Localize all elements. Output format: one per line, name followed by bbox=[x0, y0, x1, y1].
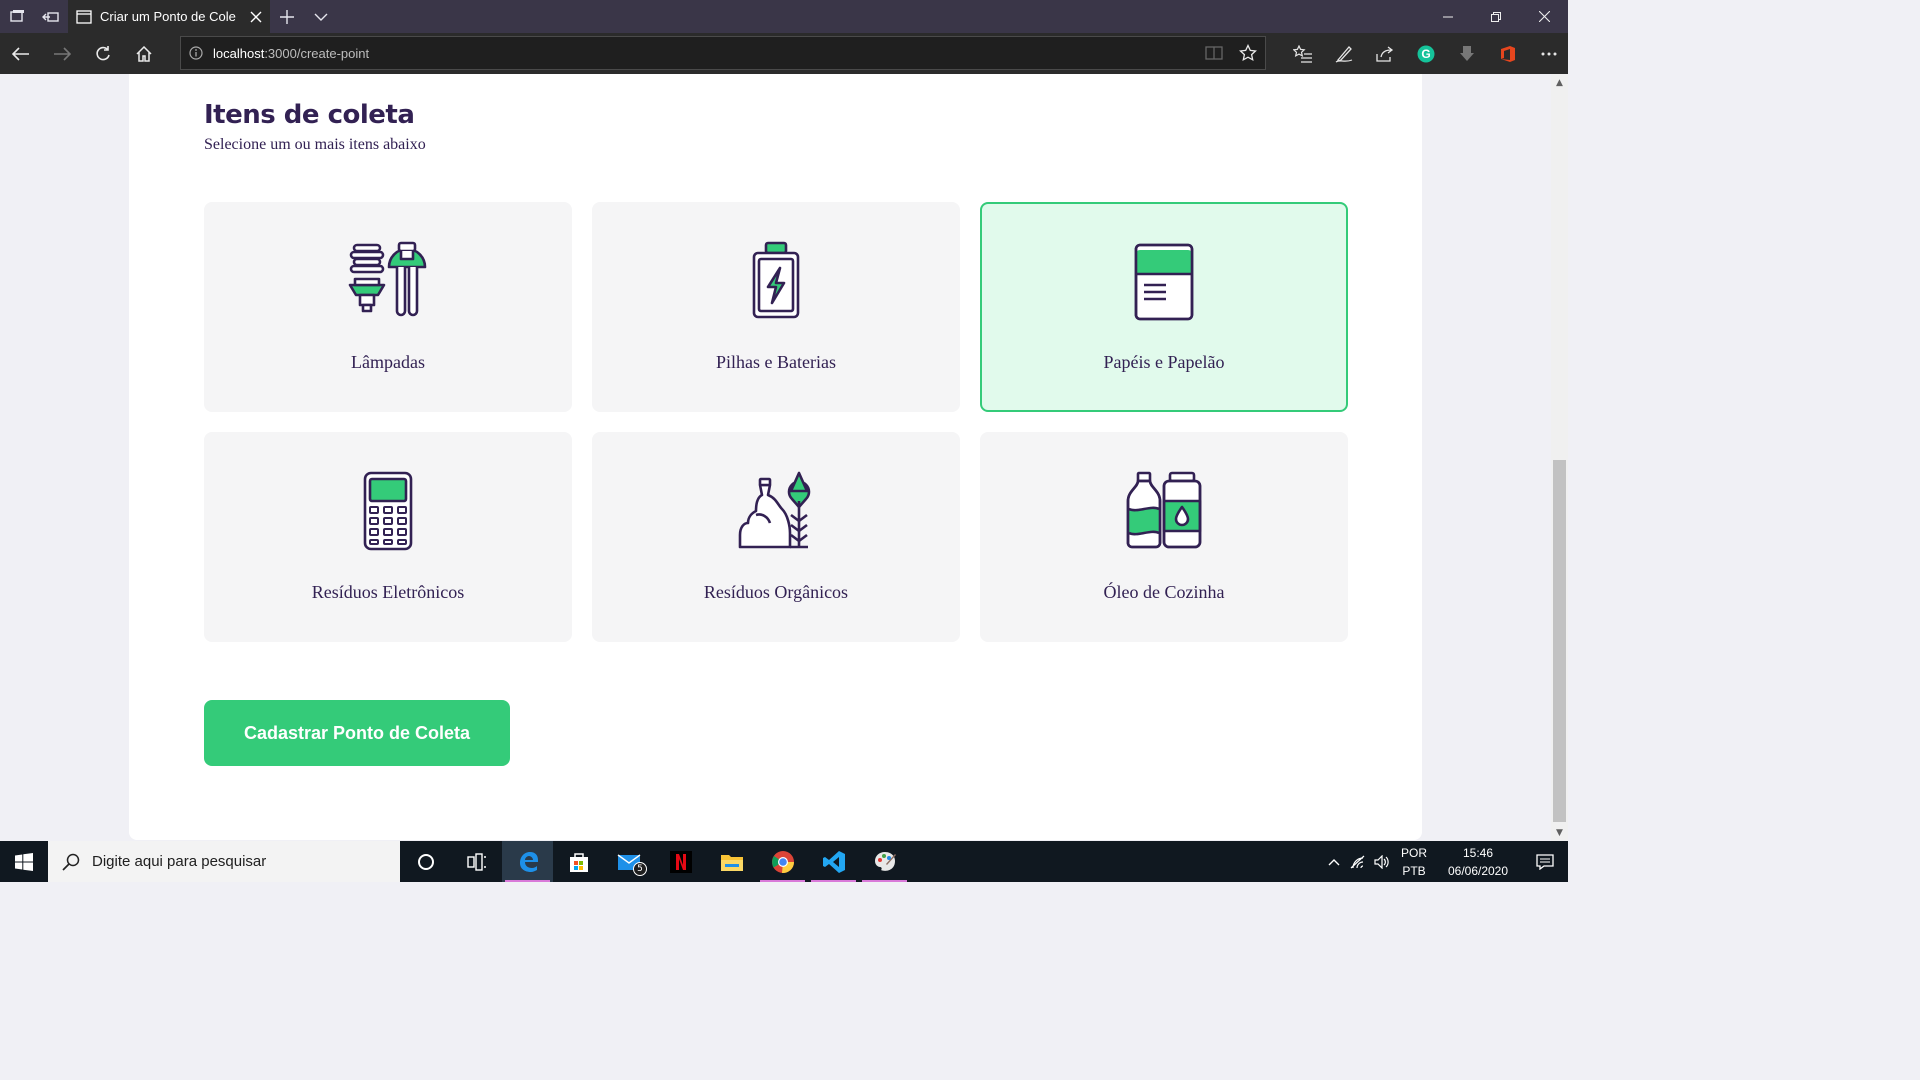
browser-titlebar: Criar um Ponto de Cole bbox=[0, 0, 1568, 33]
section-subtitle: Selecione um ou mais itens abaixo bbox=[204, 136, 426, 153]
tab-preview-chevron-icon[interactable] bbox=[304, 0, 338, 33]
item-papeis-papelao[interactable]: Papéis e Papelão bbox=[980, 202, 1348, 412]
close-window-icon[interactable] bbox=[1520, 0, 1568, 33]
browser-tools: G bbox=[1282, 33, 1569, 74]
url-path: :3000/create-point bbox=[264, 45, 370, 61]
item-oleo-cozinha[interactable]: Óleo de Cozinha bbox=[980, 432, 1348, 642]
clock-time: 15:46 bbox=[1462, 845, 1494, 860]
browser-toolbar: localhost:3000/create-point G bbox=[0, 33, 1568, 74]
windows-start-icon[interactable] bbox=[0, 841, 48, 882]
input-language[interactable]: POR PTB bbox=[1394, 844, 1434, 880]
minimize-icon[interactable] bbox=[1424, 0, 1472, 33]
mail-badge: 5 bbox=[633, 862, 647, 876]
home-icon[interactable] bbox=[123, 33, 164, 74]
scroll-down-icon[interactable]: ▼ bbox=[1551, 824, 1568, 841]
pen-icon[interactable] bbox=[1323, 33, 1364, 74]
more-menu-icon[interactable] bbox=[1528, 33, 1569, 74]
address-bar[interactable]: localhost:3000/create-point bbox=[180, 36, 1266, 70]
battery-icon bbox=[731, 236, 821, 326]
store-taskbar-icon[interactable] bbox=[553, 841, 604, 882]
submit-button[interactable]: Cadastrar Ponto de Coleta bbox=[204, 700, 510, 766]
edge-taskbar-icon[interactable] bbox=[502, 841, 553, 882]
paint-taskbar-icon[interactable] bbox=[859, 841, 910, 882]
new-tab-icon[interactable] bbox=[270, 0, 304, 33]
lang-bottom: PTB bbox=[1402, 863, 1426, 878]
electronics-icon bbox=[343, 466, 433, 556]
oil-icon bbox=[1119, 466, 1209, 556]
items-grid: Lâmpadas Pilhas e Baterias Papéis e Pape… bbox=[204, 202, 1348, 642]
favorite-star-icon[interactable] bbox=[1239, 44, 1257, 62]
office-icon[interactable] bbox=[1487, 33, 1528, 74]
item-label: Papéis e Papelão bbox=[1103, 352, 1225, 372]
refresh-icon[interactable] bbox=[82, 33, 123, 74]
item-residuos-organicos[interactable]: Resíduos Orgânicos bbox=[592, 432, 960, 642]
vscode-taskbar-icon[interactable] bbox=[808, 841, 859, 882]
volume-icon[interactable] bbox=[1370, 854, 1394, 869]
search-placeholder: Digite aqui para pesquisar bbox=[92, 853, 267, 870]
item-label: Lâmpadas bbox=[351, 352, 425, 372]
grammarly-icon[interactable]: G bbox=[1405, 33, 1446, 74]
tab-create-point[interactable]: Criar um Ponto de Cole bbox=[68, 0, 270, 33]
mail-taskbar-icon[interactable]: 5 bbox=[604, 841, 655, 882]
cortana-icon[interactable] bbox=[400, 841, 451, 882]
lamps-icon bbox=[343, 236, 433, 326]
url-host: localhost bbox=[213, 45, 265, 61]
task-view-icon[interactable] bbox=[451, 841, 502, 882]
item-label: Resíduos Orgânicos bbox=[703, 582, 849, 602]
taskbar-clock[interactable]: 15:46 06/06/2020 bbox=[1434, 844, 1522, 880]
system-tray: POR PTB 15:46 06/06/2020 bbox=[1322, 841, 1568, 882]
download-icon[interactable] bbox=[1446, 33, 1487, 74]
page-scrollbar[interactable]: ▲ ▼ bbox=[1551, 74, 1568, 841]
svg-text:G: G bbox=[1421, 47, 1430, 61]
share-icon[interactable] bbox=[1364, 33, 1405, 74]
file-explorer-taskbar-icon[interactable] bbox=[706, 841, 757, 882]
set-aside-tabs-icon[interactable] bbox=[34, 0, 68, 33]
item-lampadas[interactable]: Lâmpadas bbox=[204, 202, 572, 412]
page-viewport: Itens de coleta Selecione um ou mais ite… bbox=[0, 74, 1551, 841]
info-icon[interactable] bbox=[189, 46, 203, 60]
item-label: Resíduos Eletrônicos bbox=[311, 582, 465, 602]
favorites-list-icon[interactable] bbox=[1282, 33, 1323, 74]
lang-top: POR bbox=[1400, 845, 1427, 860]
taskbar-search[interactable]: Digite aqui para pesquisar bbox=[48, 841, 400, 882]
chrome-taskbar-icon[interactable] bbox=[757, 841, 808, 882]
forward-icon[interactable] bbox=[41, 33, 82, 74]
item-pilhas-baterias[interactable]: Pilhas e Baterias bbox=[592, 202, 960, 412]
item-label: Pilhas e Baterias bbox=[716, 352, 836, 372]
clock-date: 06/06/2020 bbox=[1447, 863, 1509, 878]
tab-actions-icon[interactable] bbox=[0, 0, 34, 33]
notifications-icon[interactable] bbox=[1522, 853, 1568, 870]
item-label: Óleo de Cozinha bbox=[1103, 582, 1225, 602]
show-hidden-icons-chevron-icon[interactable] bbox=[1322, 858, 1346, 866]
section-title: Itens de coleta bbox=[204, 100, 415, 130]
close-tab-icon[interactable] bbox=[250, 11, 262, 23]
page-icon bbox=[76, 9, 92, 24]
windows-taskbar: Digite aqui para pesquisar 5 POR PTB 15:… bbox=[0, 841, 1568, 882]
netflix-taskbar-icon[interactable] bbox=[655, 841, 706, 882]
item-residuos-eletronicos[interactable]: Resíduos Eletrônicos bbox=[204, 432, 572, 642]
back-icon[interactable] bbox=[0, 33, 41, 74]
organic-icon bbox=[731, 466, 821, 556]
tab-title: Criar um Ponto de Cole bbox=[100, 9, 236, 24]
reading-view-icon[interactable] bbox=[1205, 46, 1223, 60]
paper-icon bbox=[1119, 236, 1209, 326]
restore-icon[interactable] bbox=[1472, 0, 1520, 33]
wifi-icon[interactable] bbox=[1346, 855, 1370, 869]
titlebar-drag-area[interactable] bbox=[338, 0, 1424, 33]
scroll-up-icon[interactable]: ▲ bbox=[1551, 74, 1568, 91]
search-icon bbox=[62, 853, 80, 871]
scroll-thumb[interactable] bbox=[1553, 460, 1566, 822]
